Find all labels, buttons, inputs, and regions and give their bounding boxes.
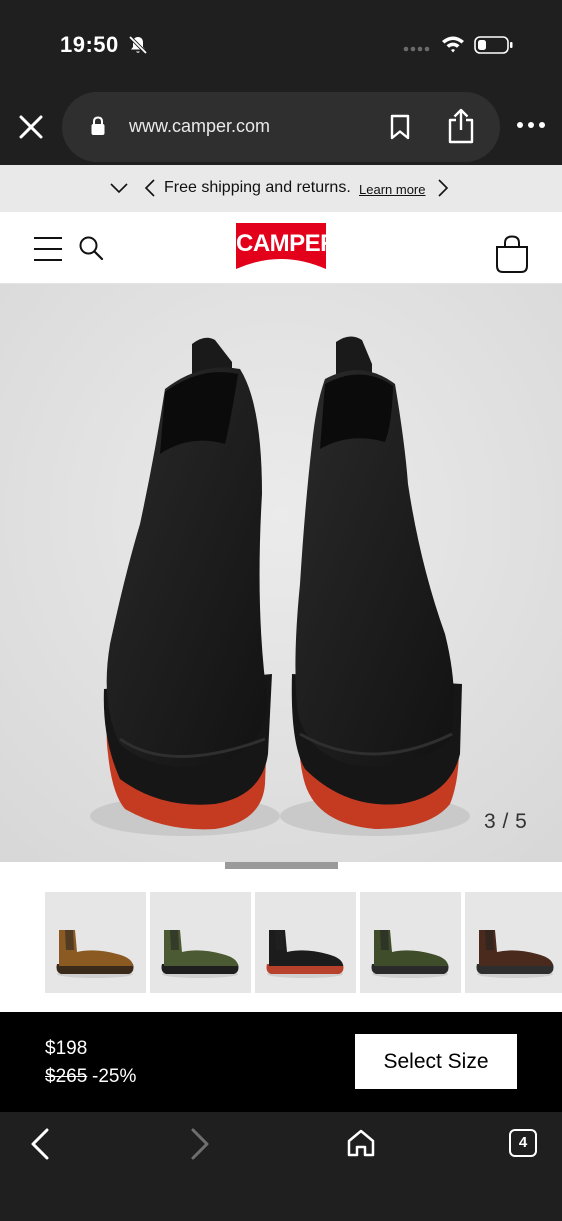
image-counter: 3 / 5 xyxy=(484,810,528,833)
discount-badge: -25% xyxy=(92,1066,137,1087)
tab-count: 4 xyxy=(518,1134,528,1151)
gallery-scroll-track xyxy=(0,862,562,869)
home-icon[interactable] xyxy=(346,1128,376,1158)
promo-text: Free shipping and returns. xyxy=(164,179,351,196)
shopping-bag-icon[interactable] xyxy=(494,234,530,274)
thumbnail-image xyxy=(161,930,239,978)
product-image-carousel[interactable]: 3 / 5 xyxy=(0,284,562,862)
close-icon[interactable] xyxy=(16,112,46,142)
learn-more-link[interactable]: Learn more xyxy=(359,182,425,197)
bookmark-icon[interactable] xyxy=(388,114,412,140)
thumbnail-boot-black-red[interactable] xyxy=(255,892,356,993)
status-bar: 19:50 xyxy=(0,0,562,90)
gallery-scroll-indicator[interactable] xyxy=(225,862,338,869)
more-icon[interactable] xyxy=(516,120,546,130)
status-time: 19:50 xyxy=(60,32,119,57)
purchase-bar: $198 $265 -25% Select Size xyxy=(0,1012,562,1112)
thumbnail-boot-green-black[interactable] xyxy=(150,892,251,993)
thumbnail-boot-dark-brown[interactable] xyxy=(465,892,562,993)
share-icon[interactable] xyxy=(446,108,476,144)
camper-logo[interactable]: CAMPER xyxy=(236,223,338,271)
thumbnail-image xyxy=(266,930,344,978)
tabs-button[interactable]: 4 xyxy=(508,1128,538,1158)
thumbnail-image xyxy=(56,930,134,978)
current-price: $198 xyxy=(45,1038,88,1059)
original-price: $265 xyxy=(45,1066,88,1087)
bell-muted-icon xyxy=(128,35,148,55)
address-bar[interactable]: www.camper.com xyxy=(62,92,500,162)
url-text: www.camper.com xyxy=(129,116,271,136)
hamburger-menu-icon[interactable] xyxy=(33,235,63,263)
select-size-button[interactable]: Select Size xyxy=(355,1034,517,1089)
lock-icon xyxy=(91,116,105,135)
search-icon[interactable] xyxy=(78,235,104,261)
back-arrow-icon[interactable] xyxy=(28,1128,52,1160)
thumbnail-boot-olive[interactable] xyxy=(360,892,461,993)
chevron-down-icon[interactable] xyxy=(110,181,128,195)
wifi-icon xyxy=(442,36,464,53)
site-header: CAMPER xyxy=(0,212,562,284)
browser-toolbar: www.camper.com xyxy=(0,90,562,165)
chevron-left-icon[interactable] xyxy=(144,179,156,197)
thumbnail-boot-brown[interactable] xyxy=(45,892,146,993)
thumbnail-image xyxy=(476,930,554,978)
chevron-right-icon[interactable] xyxy=(437,179,449,197)
browser-bottom-bar: 4 xyxy=(0,1112,562,1221)
forward-arrow-icon[interactable] xyxy=(188,1128,212,1160)
thumbnail-image xyxy=(371,930,449,978)
promo-banner: Free shipping and returns. Learn more xyxy=(0,165,562,212)
signal-icon xyxy=(403,46,430,52)
thumbnail-gallery xyxy=(0,862,562,1012)
battery-icon xyxy=(474,36,513,54)
product-photo xyxy=(0,284,562,862)
